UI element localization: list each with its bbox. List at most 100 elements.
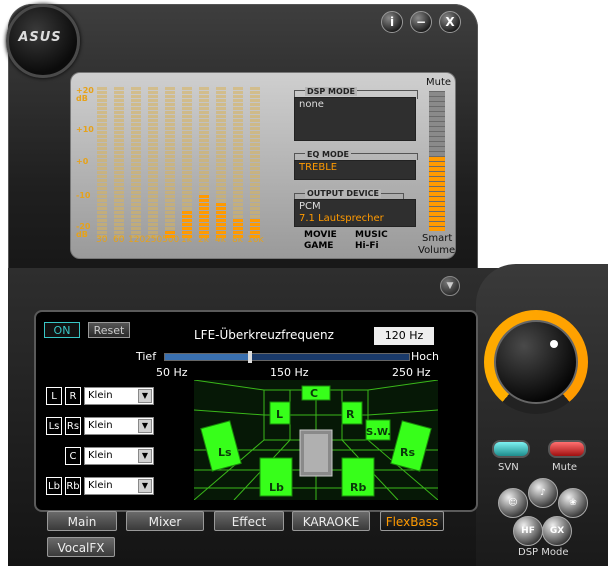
eq-freq-label-500: 500 xyxy=(162,235,180,245)
eq-segment xyxy=(165,175,175,178)
eq-segment xyxy=(216,171,226,174)
eq-band-60[interactable] xyxy=(114,87,124,238)
eq-band-30[interactable] xyxy=(97,87,107,238)
eq-band-120[interactable] xyxy=(131,87,141,238)
dsp-gx-button[interactable]: GX xyxy=(542,516,572,546)
eq-segment xyxy=(165,87,175,90)
eq-segment xyxy=(97,215,107,218)
dsp-music-icon[interactable]: ♪ xyxy=(528,478,558,508)
eq-segment xyxy=(131,175,141,178)
eq-segment xyxy=(250,103,260,106)
dropdown-arrow-icon[interactable]: ▼ xyxy=(138,479,152,493)
eq-segment xyxy=(216,211,226,214)
speaker-front-size-select[interactable]: Klein ▼ xyxy=(84,387,154,405)
svn-button[interactable] xyxy=(492,440,530,458)
speaker-center-size-select[interactable]: Klein ▼ xyxy=(84,447,154,465)
minimize-button[interactable]: − xyxy=(410,11,432,33)
eq-segment xyxy=(97,179,107,182)
eq-freq-label-8k: 8k xyxy=(232,235,243,245)
crossover-slider[interactable] xyxy=(164,351,410,363)
eq-segment xyxy=(250,159,260,162)
eq-segment xyxy=(165,231,175,234)
eq-segment xyxy=(216,227,226,230)
tab-vocalfx[interactable]: VocalFX xyxy=(47,537,115,557)
eq-segment xyxy=(250,215,260,218)
eq-segment xyxy=(182,131,192,134)
eq-mode-title: EQ MODE xyxy=(305,150,351,159)
display-panel: +20 dB +10 +0 -10 -20 dB 30 60 120 250 500 1k… xyxy=(70,72,456,259)
mute-button[interactable] xyxy=(548,440,586,458)
eq-segment xyxy=(182,187,192,190)
eq-segment xyxy=(97,143,107,146)
eq-band-1k[interactable] xyxy=(182,87,192,238)
crossover-slider-thumb[interactable] xyxy=(248,351,253,363)
speaker-back-size-select[interactable]: Klein ▼ xyxy=(84,477,154,495)
eq-segment xyxy=(97,111,107,114)
eq-segment xyxy=(182,179,192,182)
dsp-mode-label: DSP Mode xyxy=(518,547,569,558)
eq-segment xyxy=(199,199,209,202)
eq-segment xyxy=(182,183,192,186)
eq-segment xyxy=(148,127,158,130)
close-button[interactable]: X xyxy=(439,11,461,33)
eq-segment xyxy=(182,223,192,226)
eq-segment xyxy=(199,223,209,226)
speaker-side-size-select[interactable]: Klein ▼ xyxy=(84,417,154,435)
eq-band-8k[interactable] xyxy=(233,87,243,238)
tab-effect[interactable]: Effect xyxy=(214,511,284,531)
eq-segment xyxy=(165,227,175,230)
eq-segment xyxy=(165,119,175,122)
eq-segment xyxy=(233,203,243,206)
eq-segment xyxy=(233,231,243,234)
volume-segment xyxy=(429,207,445,211)
eq-band-250[interactable] xyxy=(148,87,158,238)
tab-karaoke[interactable]: KARAOKE xyxy=(292,511,370,531)
eq-segment xyxy=(131,87,141,90)
collapse-arrow-icon[interactable]: ▼ xyxy=(440,276,460,296)
eq-segment xyxy=(250,143,260,146)
eq-band-4k[interactable] xyxy=(216,87,226,238)
dropdown-arrow-icon[interactable]: ▼ xyxy=(138,449,152,463)
eq-segment xyxy=(148,107,158,110)
eq-segment xyxy=(114,167,124,170)
volume-meter[interactable] xyxy=(429,91,445,231)
volume-segment xyxy=(429,107,445,111)
scale-50hz: 50 Hz xyxy=(156,366,188,379)
dsp-game-icon[interactable]: ☺ xyxy=(498,488,528,518)
dropdown-arrow-icon[interactable]: ▼ xyxy=(138,419,152,433)
eq-segment xyxy=(182,175,192,178)
volume-segment xyxy=(429,222,445,226)
speaker-size-center: C Klein ▼ xyxy=(65,447,154,465)
eq-segment xyxy=(165,211,175,214)
volume-knob[interactable] xyxy=(494,320,578,404)
flexbass-on-button[interactable]: ON xyxy=(44,322,80,338)
eq-segment xyxy=(148,131,158,134)
eq-segment xyxy=(250,127,260,130)
eq-segment xyxy=(165,219,175,222)
eq-segment xyxy=(216,179,226,182)
tab-main[interactable]: Main xyxy=(47,511,117,531)
info-button[interactable]: i xyxy=(381,11,403,33)
eq-segment xyxy=(182,95,192,98)
eq-segment xyxy=(114,199,124,202)
eq-segment xyxy=(233,199,243,202)
reset-button[interactable]: Reset xyxy=(88,322,130,338)
tab-mixer[interactable]: Mixer xyxy=(126,511,204,531)
eq-band-2k[interactable] xyxy=(199,87,209,238)
dropdown-arrow-icon[interactable]: ▼ xyxy=(138,389,152,403)
dsp-movie-icon[interactable]: ❀ xyxy=(558,488,588,518)
dsp-hf-button[interactable]: HF xyxy=(513,516,543,546)
eq-segment xyxy=(182,159,192,162)
eq-segment xyxy=(233,119,243,122)
eq-segment xyxy=(114,131,124,134)
eq-segment xyxy=(199,231,209,234)
eq-segment xyxy=(199,163,209,166)
eq-band-500[interactable] xyxy=(165,87,175,238)
eq-band-16k[interactable] xyxy=(250,87,260,238)
tab-flexbass[interactable]: FlexBass xyxy=(380,511,444,531)
eq-segment xyxy=(250,99,260,102)
eq-segment xyxy=(233,163,243,166)
eq-segment xyxy=(114,207,124,210)
eq-segment xyxy=(199,167,209,170)
eq-segment xyxy=(97,223,107,226)
